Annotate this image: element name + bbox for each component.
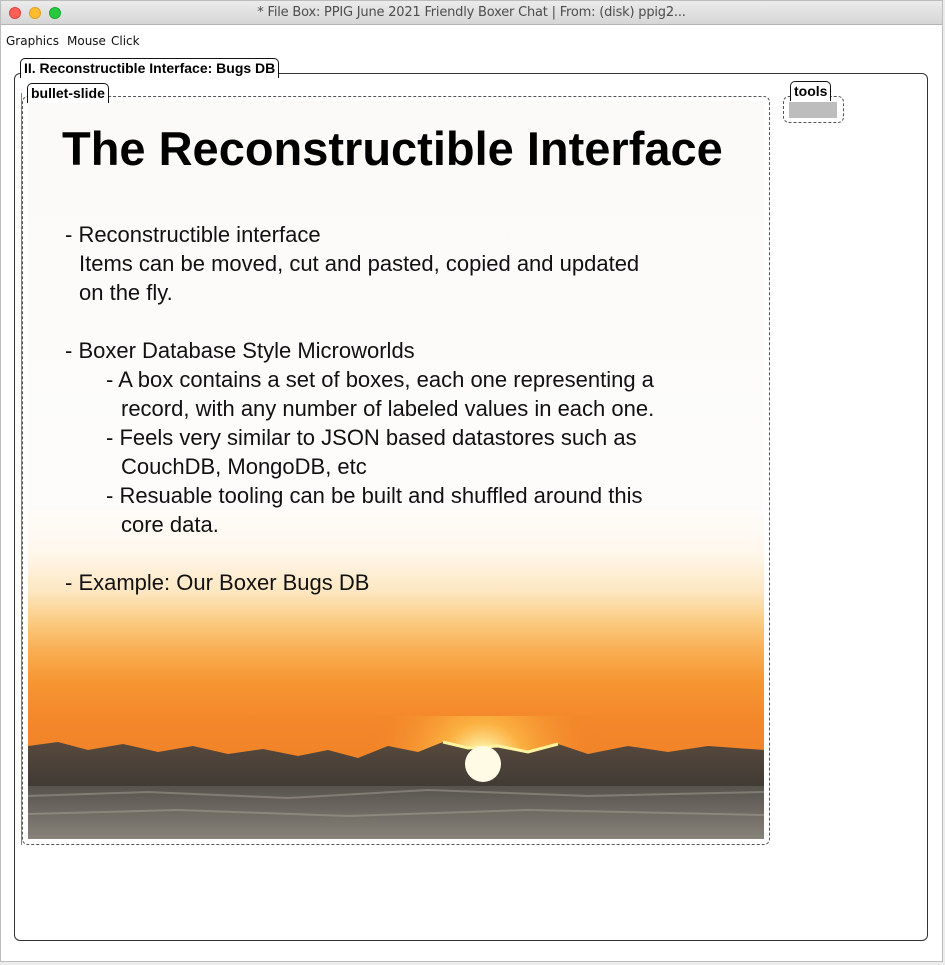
title-bar[interactable]: * File Box: PPIG June 2021 Friendly Boxe… [1,1,942,25]
bullet-line-1: - Reconstructible interface [65,222,321,247]
slide-graphic[interactable]: The Reconstructible Interface - Reconstr… [28,101,764,839]
menu-mouse[interactable]: Mouse [67,34,106,48]
menu-click[interactable]: Click [111,34,140,48]
bullet-line-10: core data. [121,512,219,537]
bullet-slide-name-tab[interactable]: bullet-slide [27,83,109,103]
zoom-window-button[interactable] [49,7,61,19]
bullet-line-8: CouchDB, MongoDB, etc [121,454,367,479]
tools-box-content[interactable] [789,102,837,118]
minimize-window-button[interactable] [29,7,41,19]
bullet-line-11: - Example: Our Boxer Bugs DB [65,570,370,595]
menu-graphics[interactable]: Graphics [6,34,59,48]
window-title: * File Box: PPIG June 2021 Friendly Boxe… [257,5,686,20]
close-window-button[interactable] [9,7,21,19]
bullet-line-3: on the fly. [79,280,173,305]
bullet-line-2: Items can be moved, cut and pasted, copi… [79,251,640,276]
bullet-line-9: - Resuable tooling can be built and shuf… [106,483,643,508]
bullet-line-6: record, with any number of labeled value… [121,396,655,421]
menu-bar: Graphics Mouse Click [1,25,942,49]
tools-name-tab[interactable]: tools [790,81,832,101]
bullet-line-7: - Feels very similar to JSON based datas… [106,425,637,450]
sunset-clouds-image [28,716,764,839]
slide-title: The Reconstructible Interface [62,122,723,175]
bullet-line-4: - Boxer Database Style Microworlds [65,338,415,363]
outer-box-name-tab[interactable]: II. Reconstructible Interface: Bugs DB [20,58,280,78]
bullet-line-5: - A box contains a set of boxes, each on… [106,367,654,392]
